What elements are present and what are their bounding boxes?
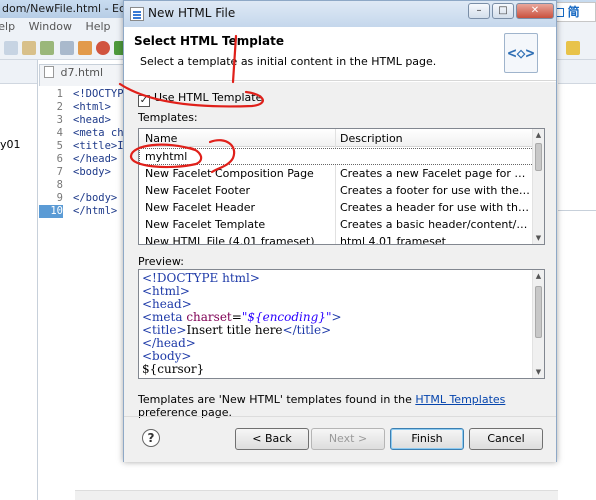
scroll-thumb[interactable]	[535, 143, 542, 171]
scroll-down-icon[interactable]: ▼	[533, 366, 544, 378]
code-line: 7 <body>	[56, 166, 111, 178]
template-name: New Facelet Header	[145, 201, 256, 214]
right-panel-toolbar	[558, 60, 596, 84]
wizard-header: Select HTML Template Select a template a…	[124, 27, 556, 81]
template-description: Creates a new Facelet page for use ...	[340, 167, 530, 180]
menu-window[interactable]: Window	[29, 20, 72, 33]
right-view-panel	[558, 60, 596, 500]
toolbar-icon-4[interactable]	[60, 41, 74, 55]
template-name: New HTML File (4.01 frameset)	[145, 235, 315, 245]
left-panel-toolbar	[0, 60, 37, 84]
toolbar-icon-5[interactable]	[78, 41, 92, 55]
editor-tab[interactable]: d7.html	[44, 66, 103, 79]
table-row-selected[interactable]: myhtml	[139, 148, 534, 165]
code-line: 9 </body>	[56, 192, 118, 204]
html-templates-link[interactable]: HTML Templates	[415, 393, 505, 406]
finish-button[interactable]: Finish	[390, 428, 464, 450]
code-line: 5 <title>I	[56, 140, 124, 152]
code-line-current: 10 </html>	[39, 205, 117, 218]
use-template-label: Use HTML Template	[154, 91, 263, 104]
preview-label: Preview:	[138, 255, 184, 268]
preview-line: ${cursor}	[142, 362, 205, 376]
help-icon[interactable]: ?	[142, 429, 160, 447]
scroll-thumb[interactable]	[535, 286, 542, 338]
file-icon	[44, 66, 54, 78]
template-name: myhtml	[145, 150, 188, 163]
template-name: New Facelet Template	[145, 218, 266, 231]
preview-pane[interactable]: <!DOCTYPE html> <html> <head> <meta char…	[138, 269, 545, 379]
wizard-body: ✓ Use HTML Template Templates: Name Descr…	[124, 82, 556, 462]
divider	[124, 416, 556, 417]
code-line: 6 </head>	[56, 153, 118, 165]
table-row[interactable]: New HTML File (4.01 frameset) html 4.01 …	[139, 233, 534, 245]
template-description: html 4.01 frameset	[340, 235, 446, 245]
code-line: 3 <head>	[56, 114, 111, 126]
template-name: New Facelet Footer	[145, 184, 250, 197]
table-row[interactable]: New Facelet Template Creates a basic hea…	[139, 216, 534, 233]
table-row[interactable]: New Facelet Footer Creates a footer for …	[139, 182, 534, 199]
next-button[interactable]: Next >	[311, 428, 385, 450]
editor-tab-label: d7.html	[60, 66, 104, 79]
toolbar-icon-2[interactable]	[22, 41, 36, 55]
divider	[558, 210, 596, 211]
code-line: 4 <meta ch	[56, 127, 124, 139]
use-template-checkbox[interactable]: ✓ Use HTML Template	[138, 91, 262, 107]
code-line: 1 <!DOCTYP	[56, 88, 124, 100]
code-line: 2 <html>	[56, 101, 111, 113]
template-description: Creates a basic header/content/foot...	[340, 218, 530, 231]
template-description: Creates a footer for use with the Fac...	[340, 184, 530, 197]
ime-simplified-mode[interactable]: 简	[568, 5, 580, 19]
code-editor[interactable]: 1 <!DOCTYP 2 <html> 3 <head> 4 <meta ch 5 <ti…	[39, 86, 124, 500]
templates-scrollbar[interactable]: ▲ ▼	[532, 129, 544, 244]
table-header: Name Description	[139, 129, 534, 147]
template-name: New Facelet Composition Page	[145, 167, 314, 180]
table-row[interactable]: New Facelet Composition Page Creates a n…	[139, 165, 534, 182]
scroll-up-icon[interactable]: ▲	[533, 129, 544, 141]
dialog-title: New HTML File	[148, 6, 236, 20]
html-wizard-icon: <◇>	[504, 33, 538, 73]
minimize-button[interactable]: –	[468, 3, 490, 19]
menu-help-partial[interactable]: Help	[0, 20, 15, 33]
dialog-titlebar[interactable]: New HTML File – □ ✕	[124, 1, 556, 27]
left-panel-item[interactable]: y01	[0, 138, 21, 151]
column-header-description[interactable]: Description	[340, 132, 403, 145]
preview-scrollbar[interactable]: ▲ ▼	[532, 270, 544, 378]
horizontal-scrollbar[interactable]	[75, 490, 558, 500]
column-header-name[interactable]: Name	[145, 132, 177, 145]
html-file-icon	[130, 7, 144, 21]
checkbox-checked-icon[interactable]: ✓	[138, 95, 150, 107]
maximize-button[interactable]: □	[492, 3, 514, 19]
menu-help[interactable]: Help	[85, 20, 110, 33]
scroll-down-icon[interactable]: ▼	[533, 232, 544, 244]
close-button[interactable]: ✕	[516, 3, 554, 19]
cancel-button[interactable]: Cancel	[469, 428, 543, 450]
toolbar-icon-3[interactable]	[40, 41, 54, 55]
forward-icon[interactable]	[566, 41, 580, 55]
table-row[interactable]: New Facelet Header Creates a header for …	[139, 199, 534, 216]
template-description: Creates a header for use with the Fa...	[340, 201, 530, 214]
toolbar-icon-1[interactable]	[4, 41, 18, 55]
templates-table[interactable]: Name Description myhtml New Facelet Comp…	[138, 128, 545, 245]
scroll-up-icon[interactable]: ▲	[533, 270, 544, 282]
wizard-description: Select a template as initial content in …	[140, 55, 437, 68]
new-html-file-dialog: New HTML File – □ ✕ Select HTML Template…	[123, 0, 557, 462]
left-view-panel: y01	[0, 60, 38, 500]
code-line: 8	[56, 179, 63, 191]
bug-icon[interactable]	[96, 41, 110, 55]
back-button[interactable]: < Back	[235, 428, 309, 450]
templates-label: Templates:	[138, 111, 198, 124]
wizard-title: Select HTML Template	[134, 34, 284, 48]
